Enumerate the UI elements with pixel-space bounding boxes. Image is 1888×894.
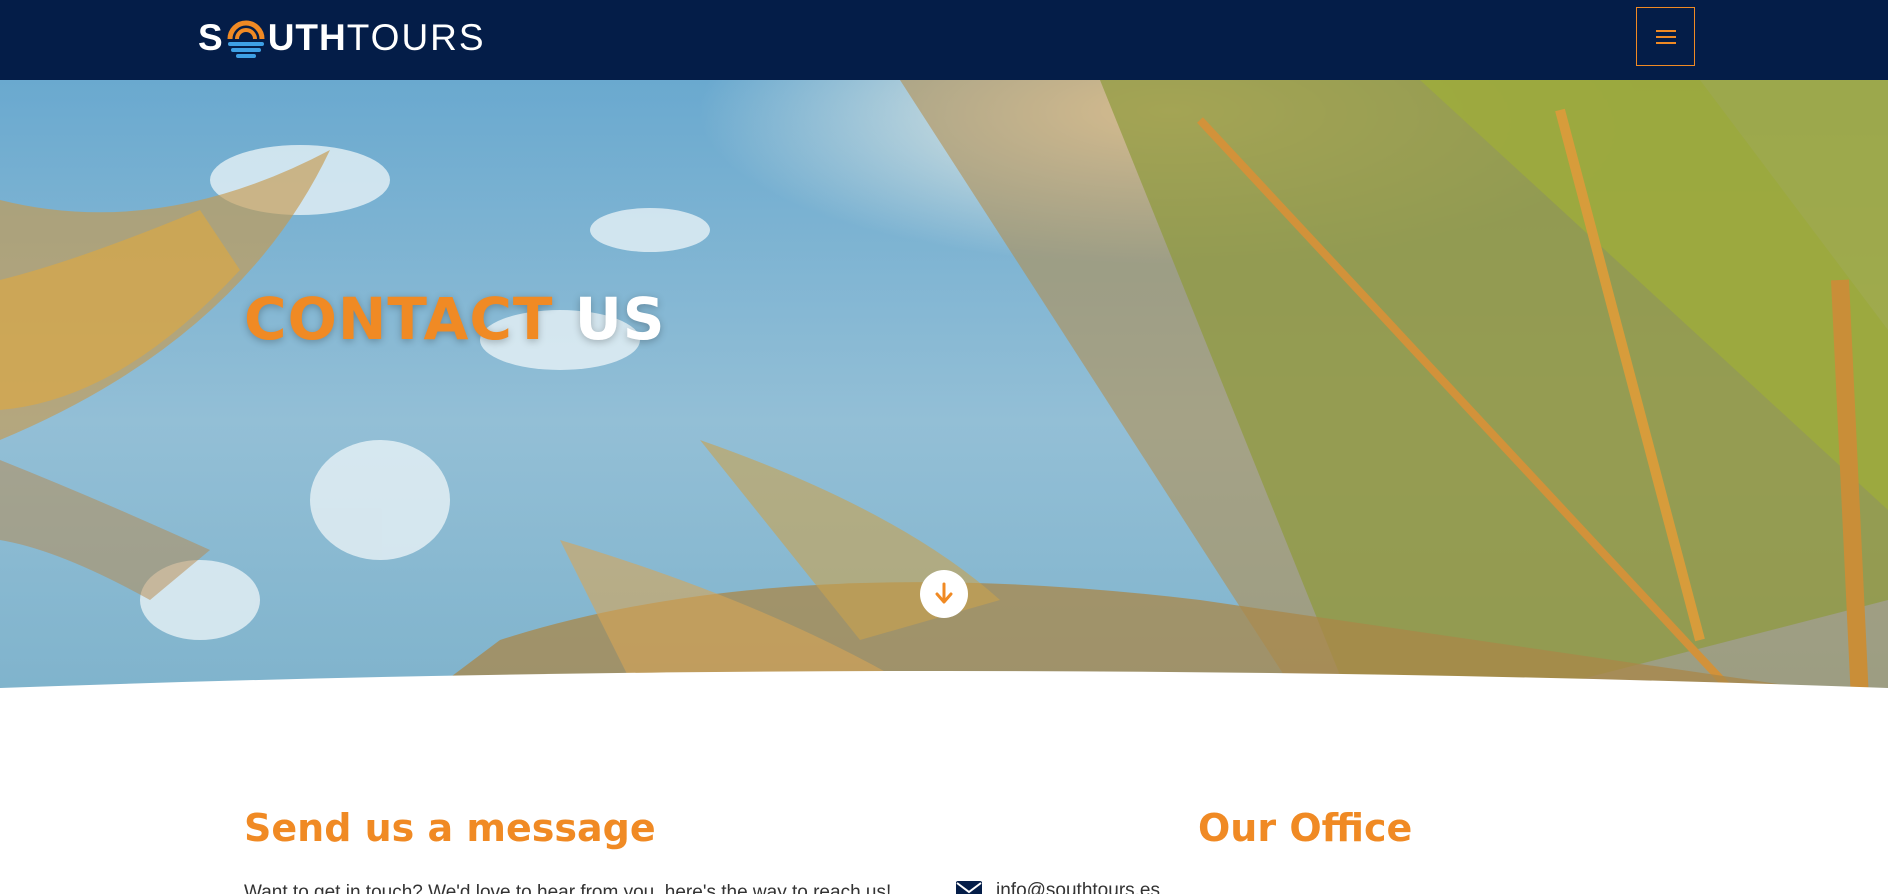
our-office-heading: Our Office [1198, 806, 1413, 850]
logo-wordmark-light: TOURS [346, 17, 486, 58]
hero-bottom-curve [0, 671, 1888, 700]
arrow-down-icon [935, 582, 953, 604]
site-logo[interactable]: S UTH TOURS [198, 12, 486, 64]
site-header: S UTH TOURS [0, 0, 1888, 80]
send-message-heading: Send us a message [244, 806, 656, 850]
email-link[interactable]: info@southtours.es [996, 880, 1160, 894]
contact-intro-text: Want to get in touch? We'd love to hear … [244, 882, 892, 894]
page-title-accent: CONTACT [244, 285, 554, 353]
hamburger-menu-icon [1655, 29, 1676, 44]
scroll-down-button[interactable] [920, 570, 968, 618]
email-contact: info@southtours.es [956, 880, 1160, 894]
logo-wordmark-bold: S UTH [198, 15, 347, 61]
sun-logo-icon [227, 20, 265, 58]
logo-letter-s: S [198, 17, 224, 58]
logo-letters-uth: UTH [267, 17, 347, 58]
menu-toggle-button[interactable] [1636, 7, 1695, 66]
envelope-icon [956, 881, 982, 894]
page-title: CONTACT US [244, 285, 666, 353]
hero-banner: CONTACT US [0, 80, 1888, 700]
page-title-rest: US [574, 285, 666, 353]
